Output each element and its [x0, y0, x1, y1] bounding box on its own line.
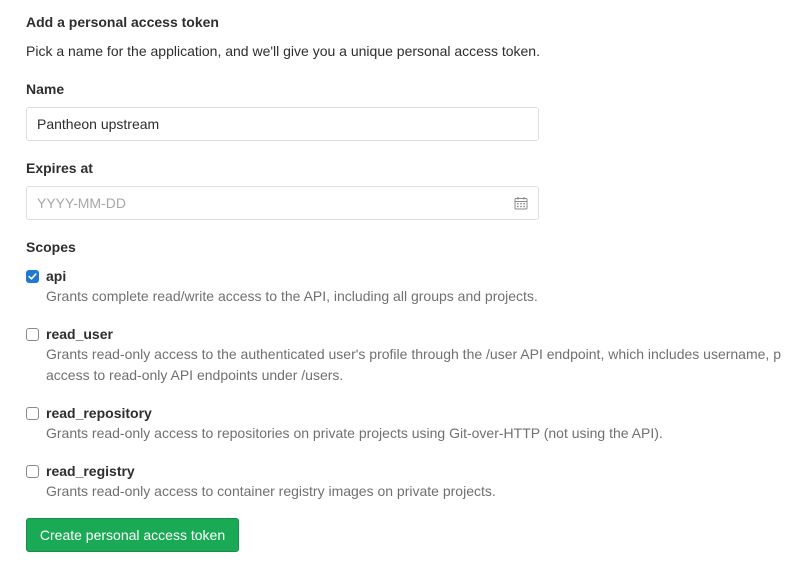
- form-title: Add a personal access token: [26, 14, 219, 30]
- scope-read-registry-description: Grants read-only access to container reg…: [46, 483, 496, 499]
- scope-read-repository-description: Grants read-only access to repositories …: [46, 425, 663, 441]
- scope-read-repository-checkbox[interactable]: [26, 407, 39, 420]
- calendar-icon[interactable]: [514, 196, 528, 210]
- scope-read-registry-label[interactable]: read_registry: [46, 463, 135, 479]
- scopes-label: Scopes: [26, 239, 76, 255]
- create-token-button[interactable]: Create personal access token: [26, 518, 239, 552]
- scope-read-user-label[interactable]: read_user: [46, 326, 113, 342]
- name-label: Name: [26, 81, 65, 97]
- check-icon: [28, 273, 37, 280]
- expires-input[interactable]: [26, 186, 539, 220]
- name-input[interactable]: [26, 107, 539, 141]
- scope-api-label[interactable]: api: [46, 268, 66, 284]
- scope-api-checkbox[interactable]: [26, 270, 39, 283]
- scope-read-user-description-line1: Grants read-only access to the authentic…: [46, 346, 781, 362]
- scope-read-user-description-line2: access to read-only API endpoints under …: [46, 367, 344, 383]
- scope-read-registry-checkbox[interactable]: [26, 465, 39, 478]
- expires-label: Expires at: [26, 160, 93, 176]
- form-intro: Pick a name for the application, and we'…: [26, 43, 540, 59]
- scope-read-repository-label[interactable]: read_repository: [46, 405, 152, 421]
- personal-access-token-form: Add a personal access token Pick a name …: [0, 0, 812, 576]
- scope-api-description: Grants complete read/write access to the…: [46, 288, 538, 304]
- scope-read-user-checkbox[interactable]: [26, 328, 39, 341]
